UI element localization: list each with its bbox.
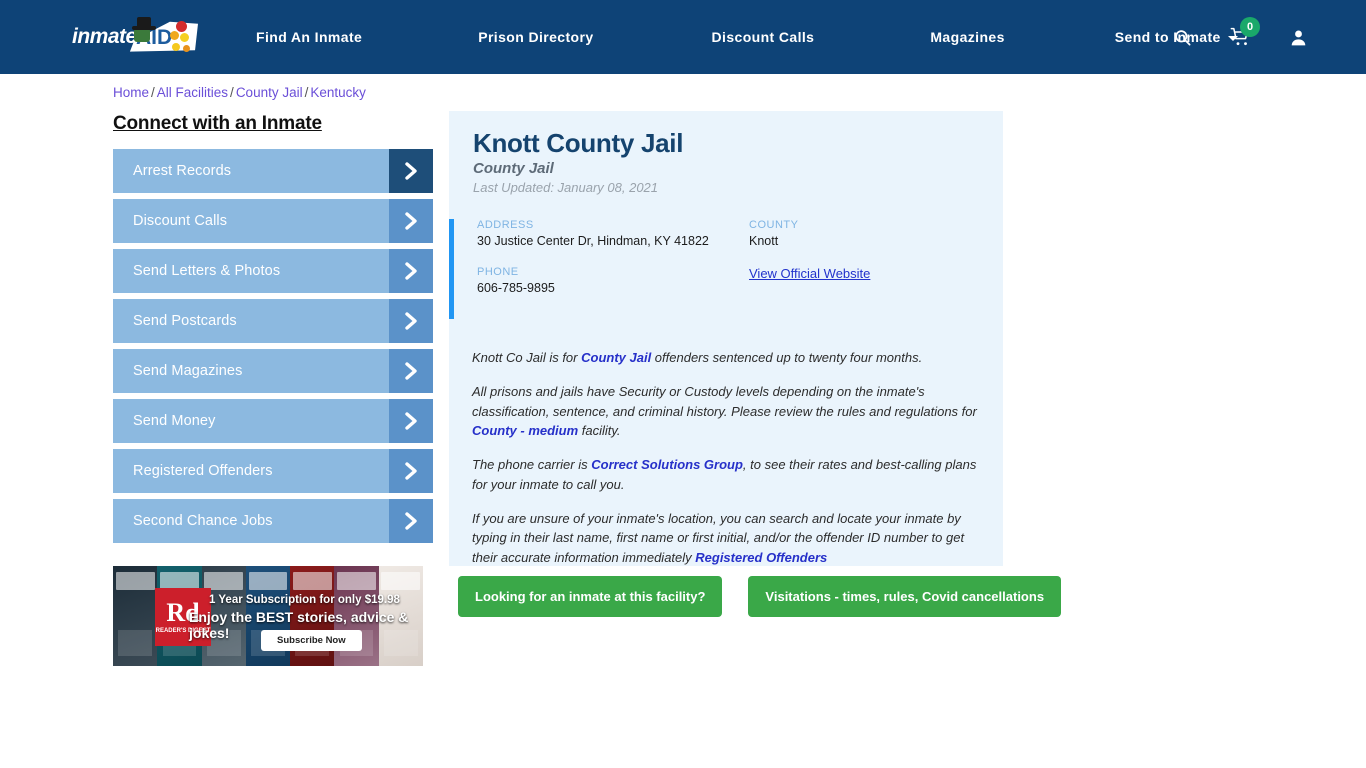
- chevron-right-icon: [389, 399, 433, 443]
- cart-count-badge: 0: [1240, 17, 1260, 37]
- site-header: inmate AID Find An Inmate Prison Directo…: [0, 0, 1366, 74]
- logo-character-hat-icon: [132, 16, 156, 30]
- link-registered-offenders[interactable]: Registered Offenders: [695, 550, 827, 565]
- sidebar-item-discount-calls[interactable]: Discount Calls: [113, 199, 433, 243]
- logo-decorative-dots: [168, 21, 198, 55]
- chevron-right-icon: [389, 499, 433, 543]
- search-icon[interactable]: [1173, 28, 1192, 47]
- breadcrumb-separator: /: [305, 85, 309, 100]
- sidebar-item-label: Send Postcards: [113, 313, 237, 329]
- address-label: ADDRESS: [477, 219, 737, 231]
- chevron-right-icon: [389, 199, 433, 243]
- description-paragraph-4: If you are unsure of your inmate's locat…: [472, 509, 984, 568]
- breadcrumb-separator: /: [230, 85, 234, 100]
- sidebar-item-label: Registered Offenders: [113, 463, 273, 479]
- p1-text-b: offenders sentenced up to twenty four mo…: [651, 350, 922, 365]
- p1-text-a: Knott Co Jail is for: [472, 350, 581, 365]
- page-title: Knott County Jail: [473, 128, 683, 159]
- sidebar-item-arrest-records[interactable]: Arrest Records: [113, 149, 433, 193]
- logo-word-inmate: inmate: [72, 25, 137, 49]
- description-paragraph-1: Knott Co Jail is for County Jail offende…: [472, 348, 984, 368]
- contact-column-right: COUNTY Knott View Official Website: [749, 219, 989, 281]
- sidebar-item-label: Second Chance Jobs: [113, 513, 273, 529]
- chevron-right-icon: [389, 149, 433, 193]
- chevron-right-icon: [389, 249, 433, 293]
- p2-text-b: facility.: [578, 423, 620, 438]
- sidebar-item-label: Arrest Records: [113, 163, 231, 179]
- county-value: Knott: [749, 234, 989, 248]
- address-value: 30 Justice Center Dr, Hindman, KY 41822: [477, 234, 737, 248]
- breadcrumb-item-home[interactable]: Home: [113, 85, 149, 100]
- sidebar-heading: Connect with an Inmate: [113, 113, 433, 135]
- sidebar-item-second-chance-jobs[interactable]: Second Chance Jobs: [113, 499, 433, 543]
- chevron-right-icon: [389, 299, 433, 343]
- breadcrumb-item-kentucky[interactable]: Kentucky: [310, 85, 366, 100]
- breadcrumb-separator: /: [151, 85, 155, 100]
- nav-item-prison-directory[interactable]: Prison Directory: [478, 29, 593, 45]
- description-paragraph-2: All prisons and jails have Security or C…: [472, 382, 984, 441]
- breadcrumb-item-county-jail[interactable]: County Jail: [236, 85, 303, 100]
- sidebar-item-label: Send Magazines: [113, 363, 242, 379]
- sidebar-item-registered-offenders[interactable]: Registered Offenders: [113, 449, 433, 493]
- official-website-link[interactable]: View Official Website: [749, 266, 989, 281]
- facility-contact-block: ADDRESS 30 Justice Center Dr, Hindman, K…: [449, 219, 1003, 319]
- breadcrumb-item-all-facilities[interactable]: All Facilities: [157, 85, 228, 100]
- last-updated-text: Last Updated: January 08, 2021: [473, 180, 658, 195]
- header-icon-group: 0: [1173, 0, 1308, 74]
- accent-bar: [449, 219, 454, 319]
- find-inmate-button[interactable]: Looking for an inmate at this facility?: [458, 576, 722, 617]
- logo-character-face: [134, 28, 150, 42]
- nav-item-magazines[interactable]: Magazines: [930, 29, 1004, 45]
- p3-text-a: The phone carrier is: [472, 457, 591, 472]
- sidebar-item-send-letters-photos[interactable]: Send Letters & Photos: [113, 249, 433, 293]
- action-button-group: Looking for an inmate at this facility? …: [458, 576, 1061, 617]
- description-paragraph-3: The phone carrier is Correct Solutions G…: [472, 455, 984, 495]
- facility-description: Knott Co Jail is for County Jail offende…: [472, 348, 984, 582]
- contact-column-left: ADDRESS 30 Justice Center Dr, Hindman, K…: [477, 219, 737, 295]
- nav-item-discount-calls[interactable]: Discount Calls: [712, 29, 815, 45]
- link-correct-solutions-group[interactable]: Correct Solutions Group: [591, 457, 743, 472]
- nav-item-find-an-inmate[interactable]: Find An Inmate: [256, 29, 362, 45]
- sidebar: Connect with an Inmate Arrest Records Di…: [113, 113, 433, 549]
- sidebar-item-label: Send Money: [113, 413, 215, 429]
- phone-value: 606-785-9895: [477, 281, 737, 295]
- sidebar-item-send-magazines[interactable]: Send Magazines: [113, 349, 433, 393]
- sidebar-item-send-money[interactable]: Send Money: [113, 399, 433, 443]
- facility-info-panel: Knott County Jail County Jail Last Updat…: [449, 111, 1003, 566]
- county-label: COUNTY: [749, 219, 989, 231]
- ad-subscribe-button[interactable]: Subscribe Now: [261, 630, 362, 651]
- advertisement-banner[interactable]: Rd READER'S DIGEST 1 Year Subscription f…: [113, 566, 423, 666]
- chevron-right-icon: [389, 349, 433, 393]
- sidebar-item-send-postcards[interactable]: Send Postcards: [113, 299, 433, 343]
- link-county-jail[interactable]: County Jail: [581, 350, 651, 365]
- chevron-right-icon: [389, 449, 433, 493]
- main-navigation: Find An Inmate Prison Directory Discount…: [256, 0, 1238, 74]
- shopping-cart-icon[interactable]: 0: [1230, 27, 1251, 47]
- sidebar-item-label: Send Letters & Photos: [113, 263, 280, 279]
- phone-label: PHONE: [477, 266, 737, 278]
- breadcrumb: Home/All Facilities/County Jail/Kentucky: [113, 85, 366, 100]
- site-logo[interactable]: inmate AID: [72, 17, 197, 57]
- p2-text-a: All prisons and jails have Security or C…: [472, 384, 977, 419]
- user-account-icon[interactable]: [1289, 28, 1308, 47]
- facility-type: County Jail: [473, 160, 554, 177]
- sidebar-item-label: Discount Calls: [113, 213, 227, 229]
- visitations-button[interactable]: Visitations - times, rules, Covid cancel…: [748, 576, 1061, 617]
- ad-headline-offer: 1 Year Subscription for only $19.98: [209, 594, 417, 606]
- link-county-medium[interactable]: County - medium: [472, 423, 578, 438]
